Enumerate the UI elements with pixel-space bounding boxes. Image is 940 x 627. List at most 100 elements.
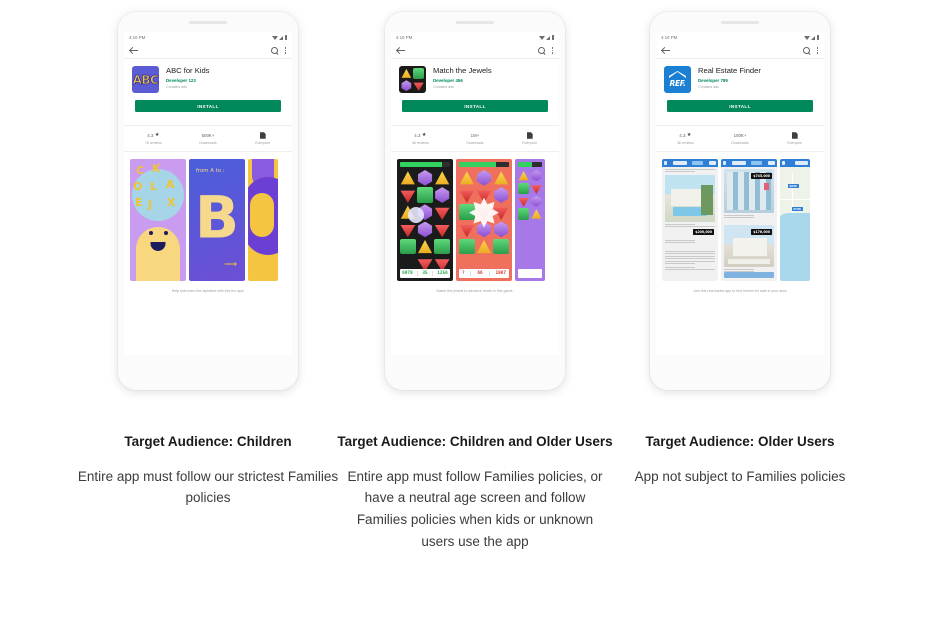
gem-triangle-icon	[531, 209, 542, 219]
phone-speaker	[189, 21, 227, 24]
phone-speaker	[721, 21, 759, 24]
app-bar	[656, 43, 824, 59]
gem-diamond-icon	[459, 190, 475, 203]
app-bar-actions	[271, 47, 286, 55]
phone-mockup-1: 4:10 PM ABC ABC for Kids Developer 123 C…	[118, 12, 298, 390]
search-icon[interactable]	[271, 47, 279, 55]
mascot-eye-right	[164, 231, 168, 235]
map-water	[780, 213, 810, 281]
gem-triangle-icon	[417, 239, 433, 254]
screenshot-2-caption: from A to :	[196, 168, 225, 174]
install-button[interactable]: INSTALL	[135, 100, 281, 112]
back-icon	[664, 161, 667, 165]
column-children-and-older: 4:10 PM Match the Jewels Developer 456 C…	[325, 0, 625, 627]
screenshot-carousel-2[interactable]: 6970 35 1256 ? 66 1987	[391, 152, 559, 281]
progress-bar	[459, 162, 509, 167]
caption-title-2: Target Audience: Children and Older User…	[337, 434, 613, 449]
app-title: ABC for Kids	[166, 66, 210, 75]
caption-block-1: Target Audience: Children Entire app mus…	[58, 432, 358, 509]
app-bar	[124, 43, 292, 59]
app-bar-actions	[803, 47, 818, 55]
toolbar-logo	[795, 161, 808, 165]
search-icon[interactable]	[803, 47, 811, 55]
app-icon-label: REF.	[669, 79, 686, 88]
gem-triangle-icon	[494, 171, 509, 185]
install-button[interactable]: INSTALL	[667, 100, 813, 112]
gem-square-icon	[434, 238, 451, 255]
app-ads-note: Contains ads	[698, 85, 719, 90]
gem-diamond-icon	[531, 185, 542, 194]
screenshot-2[interactable]: from A to : B ⟶	[189, 159, 245, 281]
score-separator	[488, 271, 490, 276]
stat-downloads-sub: Downloads	[199, 141, 217, 145]
screenshot-1[interactable]: 6970 35 1256	[397, 159, 453, 281]
screenshot-caption-2: Match the jewels to advance levels in th…	[436, 289, 514, 293]
status-time: 4:10 PM	[661, 35, 678, 40]
app-stats-row: 4.3 ★ 78 reviews 500K+ Downloads Everyon	[124, 125, 292, 152]
overflow-menu-icon[interactable]	[551, 47, 553, 54]
gem-square-icon	[400, 238, 416, 255]
app-ads-note: Contains ads	[433, 85, 454, 90]
gem-triangle-icon	[435, 171, 450, 185]
gem-square-icon	[413, 68, 424, 79]
gem-diamond-icon	[400, 224, 416, 238]
screenshot-4-map[interactable]: $200K $745K	[780, 159, 810, 281]
caption-title-3: Target Audience: Older Users	[645, 434, 835, 449]
stat-content-sub: Everyone	[522, 141, 538, 145]
gem-square-icon	[493, 238, 510, 255]
next-arrow-icon: ⟶	[224, 259, 237, 269]
screenshot-1[interactable]: $200,000	[662, 159, 718, 281]
map-marker-2[interactable]: $745K	[792, 207, 803, 211]
back-arrow-icon[interactable]	[130, 47, 138, 55]
star-icon: ★	[686, 132, 692, 138]
app-ads-note: Contains ads	[166, 85, 187, 90]
screenshot-carousel-3[interactable]: $200,000 $745,000 $176,000 $200K $745K	[656, 152, 824, 281]
gem-diamond-icon	[400, 190, 416, 203]
back-arrow-icon[interactable]	[397, 47, 405, 55]
back-arrow-icon[interactable]	[662, 47, 670, 55]
wifi-icon	[271, 35, 278, 40]
screenshot-2[interactable]: $745,000 $176,000	[721, 159, 777, 281]
signal-icon	[811, 35, 816, 40]
gem-diamond-icon	[434, 224, 450, 238]
gem-hexagon-icon	[531, 170, 542, 182]
screenshot-1[interactable]: CK OL AE JX	[130, 159, 186, 281]
stat-rating-sub: 36 reviews	[676, 141, 694, 145]
stat-rating-top: 4.3 ★	[393, 132, 448, 139]
screenshot-2[interactable]: ? 66 1987	[456, 159, 512, 281]
app-icon-abc: ABC	[132, 66, 159, 93]
screenshot-carousel-1[interactable]: CK OL AE JX from A to : B ⟶	[124, 152, 292, 281]
stat-downloads-value: 100K+	[733, 133, 747, 138]
gem-hexagon-icon	[417, 170, 433, 186]
map-marker-1[interactable]: $200K	[788, 184, 799, 188]
stat-content-rating: Everyone	[235, 132, 290, 145]
overflow-menu-icon[interactable]	[816, 47, 818, 54]
search-icon[interactable]	[538, 47, 546, 55]
toolbar-menu	[708, 161, 716, 165]
status-bar: 4:10 PM	[656, 32, 824, 43]
app-listing-header-2: Match the Jewels Developer 456 Contains …	[391, 59, 559, 119]
gem-hexagon-icon	[531, 195, 542, 207]
map-road	[780, 199, 810, 201]
stat-content-top	[235, 132, 290, 139]
score-value-1: ?	[461, 271, 465, 276]
score-bar-3	[518, 269, 542, 278]
stat-rating-sub: 78 reviews	[144, 141, 162, 145]
stat-rating-value: 4.3	[147, 133, 154, 138]
status-bar: 4:10 PM	[391, 32, 559, 43]
stat-rating-top: 4.3 ★	[658, 132, 713, 139]
screenshot-3[interactable]	[515, 159, 545, 281]
property-price-2: $745,000	[751, 173, 772, 179]
overflow-menu-icon[interactable]	[284, 47, 286, 54]
screenshot-caption-3: Use this real estate app to find homes f…	[693, 289, 787, 293]
back-icon	[723, 161, 726, 165]
gem-square-icon	[518, 208, 530, 220]
gem-triangle-icon	[401, 68, 412, 78]
listing-2-meta	[724, 215, 774, 220]
install-button[interactable]: INSTALL	[402, 100, 548, 112]
screenshot-3[interactable]	[248, 159, 278, 281]
app-developer[interactable]: Developer 123	[166, 78, 209, 83]
app-developer[interactable]: Developer 789	[698, 78, 761, 83]
house-roof-icon	[669, 71, 686, 78]
app-developer[interactable]: Developer 456	[433, 78, 492, 83]
